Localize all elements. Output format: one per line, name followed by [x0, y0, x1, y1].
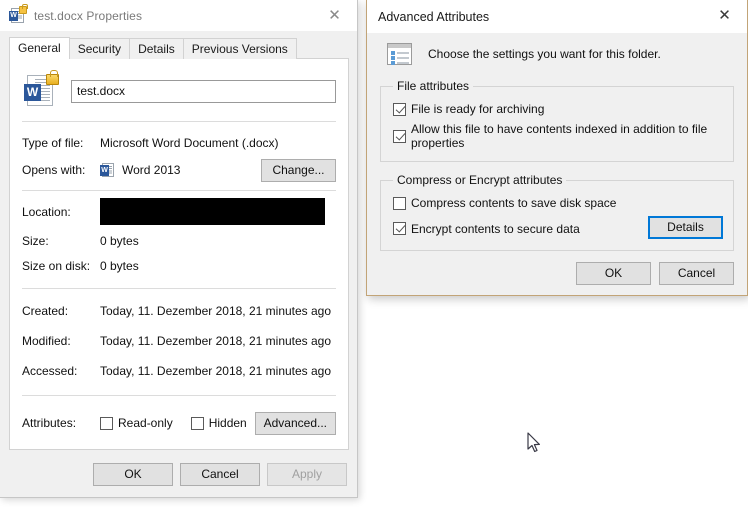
divider: [22, 121, 336, 122]
filename-input[interactable]: test.docx: [71, 79, 336, 103]
word-document-locked-icon: W: [24, 70, 59, 109]
divider: [22, 288, 336, 289]
index-contents-checkbox[interactable]: Allow this file to have contents indexed…: [393, 122, 723, 150]
filename-row: W test.docx: [10, 59, 348, 109]
modified-label: Modified:: [22, 333, 71, 348]
checkbox-box: [100, 416, 113, 430]
settings-checklist-icon: [387, 43, 412, 65]
compress-encrypt-group: Compress or Encrypt attributes Compress …: [380, 173, 734, 251]
ok-button[interactable]: OK: [93, 462, 173, 486]
properties-titlebar[interactable]: W test.docx Properties ✕: [0, 0, 357, 31]
type-of-file-value: Microsoft Word Document (.docx): [100, 135, 279, 150]
compress-checkbox[interactable]: Compress contents to save disk space: [393, 196, 723, 210]
advanced-titlebar[interactable]: Advanced Attributes ✕: [367, 0, 747, 33]
advanced-button[interactable]: Advanced...: [254, 411, 336, 435]
word-document-locked-icon: W: [9, 4, 28, 24]
modified-row: Modified: Today, 11. Dezember 2018, 21 m…: [10, 328, 348, 353]
opens-with-value: Word 2013: [122, 163, 181, 177]
location-label: Location:: [22, 204, 71, 219]
hidden-label: Hidden: [208, 416, 247, 430]
modified-value: Today, 11. Dezember 2018, 21 minutes ago: [100, 333, 332, 348]
properties-window-title: test.docx Properties: [34, 8, 143, 23]
divider: [22, 190, 336, 191]
cancel-button[interactable]: Cancel: [180, 462, 260, 486]
checkbox-box: [393, 222, 406, 235]
advanced-header-text: Choose the settings you want for this fo…: [428, 47, 661, 61]
checkbox-box: [393, 102, 406, 116]
cancel-button[interactable]: Cancel: [659, 262, 734, 285]
file-properties-window: W test.docx Properties ✕ General Securit…: [0, 0, 358, 498]
size-on-disk-value: 0 bytes: [100, 258, 139, 273]
encrypt-checkbox[interactable]: Encrypt contents to secure data: [393, 222, 580, 236]
advanced-attributes-dialog: Advanced Attributes ✕ Choose the setting…: [366, 0, 748, 296]
accessed-row: Accessed: Today, 11. Dezember 2018, 21 m…: [10, 358, 348, 383]
file-attributes-legend: File attributes: [397, 79, 470, 93]
apply-button: Apply: [267, 462, 347, 486]
checkbox-box: [190, 416, 204, 430]
size-row: Size: 0 bytes: [10, 228, 348, 253]
ok-button[interactable]: OK: [576, 262, 651, 285]
readonly-checkbox[interactable]: Read-only: [100, 416, 173, 430]
advanced-dialog-title: Advanced Attributes: [378, 9, 490, 24]
tab-previous-versions[interactable]: Previous Versions: [182, 38, 297, 59]
checkbox-box: [393, 129, 406, 143]
archiving-label: File is ready for archiving: [411, 102, 545, 116]
word-app-icon: W: [100, 162, 115, 178]
created-row: Created: Today, 11. Dezember 2018, 21 mi…: [10, 298, 348, 323]
location-redacted-value: [100, 198, 325, 225]
created-value: Today, 11. Dezember 2018, 21 minutes ago: [100, 303, 332, 318]
advanced-header: Choose the settings you want for this fo…: [380, 43, 734, 65]
attributes-label: Attributes:: [22, 416, 77, 430]
size-label: Size:: [22, 233, 49, 248]
details-button[interactable]: Details: [648, 216, 723, 239]
tab-security[interactable]: Security: [68, 38, 131, 59]
change-button[interactable]: Change...: [261, 158, 336, 182]
accessed-label: Accessed:: [22, 363, 78, 378]
checkbox-box: [393, 196, 406, 210]
advanced-button-bar: OK Cancel: [576, 262, 734, 285]
file-attributes-group: File attributes File is ready for archiv…: [380, 79, 734, 162]
index-contents-label: Allow this file to have contents indexed…: [411, 122, 708, 150]
properties-button-bar: OK Cancel Apply: [0, 451, 357, 497]
size-value: 0 bytes: [100, 233, 139, 248]
compress-label: Compress contents to save disk space: [411, 196, 617, 210]
compress-encrypt-legend: Compress or Encrypt attributes: [397, 173, 563, 187]
archiving-checkbox[interactable]: File is ready for archiving: [393, 102, 723, 116]
created-label: Created:: [22, 303, 69, 318]
divider: [22, 395, 336, 396]
opens-with-row: Opens with: W Word 2013 Change...: [10, 155, 348, 185]
tab-details[interactable]: Details: [129, 38, 184, 59]
type-of-file-row: Type of file: Microsoft Word Document (.…: [10, 130, 348, 155]
accessed-value: Today, 11. Dezember 2018, 21 minutes ago: [100, 363, 332, 378]
encrypt-label: Encrypt contents to secure data: [411, 221, 580, 236]
close-icon[interactable]: ✕: [312, 0, 357, 30]
opens-with-label: Opens with:: [22, 163, 86, 177]
attributes-row: Attributes: Read-only Hidden Advanced...: [10, 408, 348, 438]
location-row: Location:: [10, 195, 348, 228]
properties-tabstrip: General Security Details Previous Versio…: [9, 37, 357, 59]
type-of-file-label: Type of file:: [22, 135, 84, 150]
encrypt-row: Encrypt contents to secure data Details: [391, 216, 723, 239]
tab-general[interactable]: General: [9, 37, 70, 59]
readonly-label: Read-only: [118, 416, 173, 430]
advanced-dialog-body: Choose the settings you want for this fo…: [367, 33, 747, 296]
close-icon[interactable]: ✕: [702, 0, 747, 30]
size-on-disk-label: Size on disk:: [22, 258, 91, 273]
hidden-checkbox[interactable]: Hidden: [190, 416, 247, 430]
size-on-disk-row: Size on disk: 0 bytes: [10, 253, 348, 278]
general-tab-panel: W test.docx Type of file: Microsoft Word…: [9, 58, 349, 450]
